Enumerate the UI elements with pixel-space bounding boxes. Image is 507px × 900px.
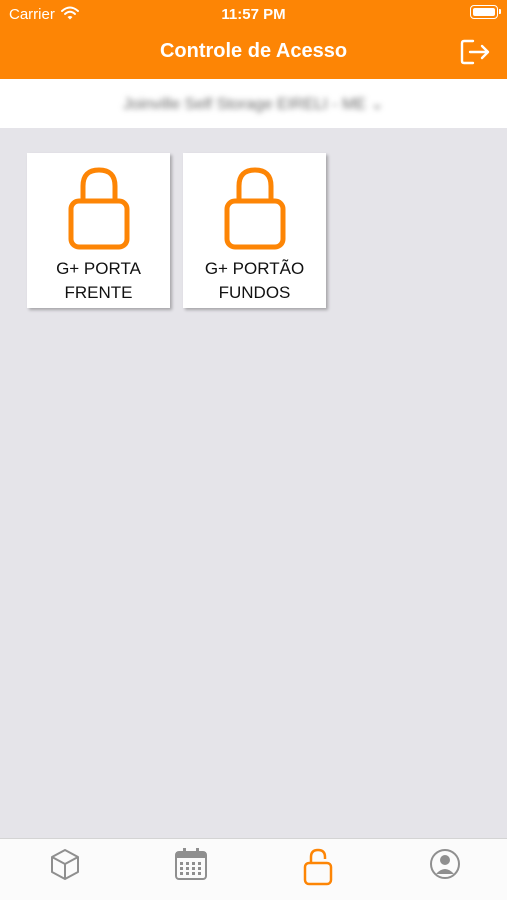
tab-profile[interactable] xyxy=(415,847,475,887)
tab-bar xyxy=(0,838,507,900)
tab-storage[interactable] xyxy=(35,847,95,887)
door-label: G+ PORTA FRENTE xyxy=(56,259,141,302)
tab-access-control[interactable] xyxy=(288,847,348,887)
lock-icon xyxy=(68,167,130,250)
header-bar: Carrier 11:57 PM Controle de Acesso xyxy=(0,0,507,79)
clock: 11:57 PM xyxy=(221,6,286,23)
page-title: Controle de Acesso xyxy=(159,40,348,62)
door-label: G+ PORTÃO FUNDOS xyxy=(204,259,305,302)
user-profile-icon xyxy=(430,849,460,879)
calendar-icon xyxy=(175,848,207,880)
facility-name: Joinville Self Storage EIRELI - ME ⌄ xyxy=(123,96,384,113)
status-bar: Carrier 11:57 PM xyxy=(0,0,507,28)
door-card-porta-frente[interactable]: G+ PORTA FRENTE xyxy=(27,153,170,308)
logout-button[interactable] xyxy=(459,38,491,66)
logout-icon xyxy=(460,39,490,65)
box-icon xyxy=(51,849,79,880)
door-card-portao-fundos[interactable]: G+ PORTÃO FUNDOS xyxy=(183,153,326,308)
battery-icon xyxy=(470,5,501,19)
lock-icon xyxy=(224,167,286,250)
facility-selector[interactable]: Joinville Self Storage EIRELI - ME ⌄ xyxy=(0,79,507,128)
tab-calendar[interactable] xyxy=(160,847,220,887)
unlock-icon xyxy=(303,848,333,886)
